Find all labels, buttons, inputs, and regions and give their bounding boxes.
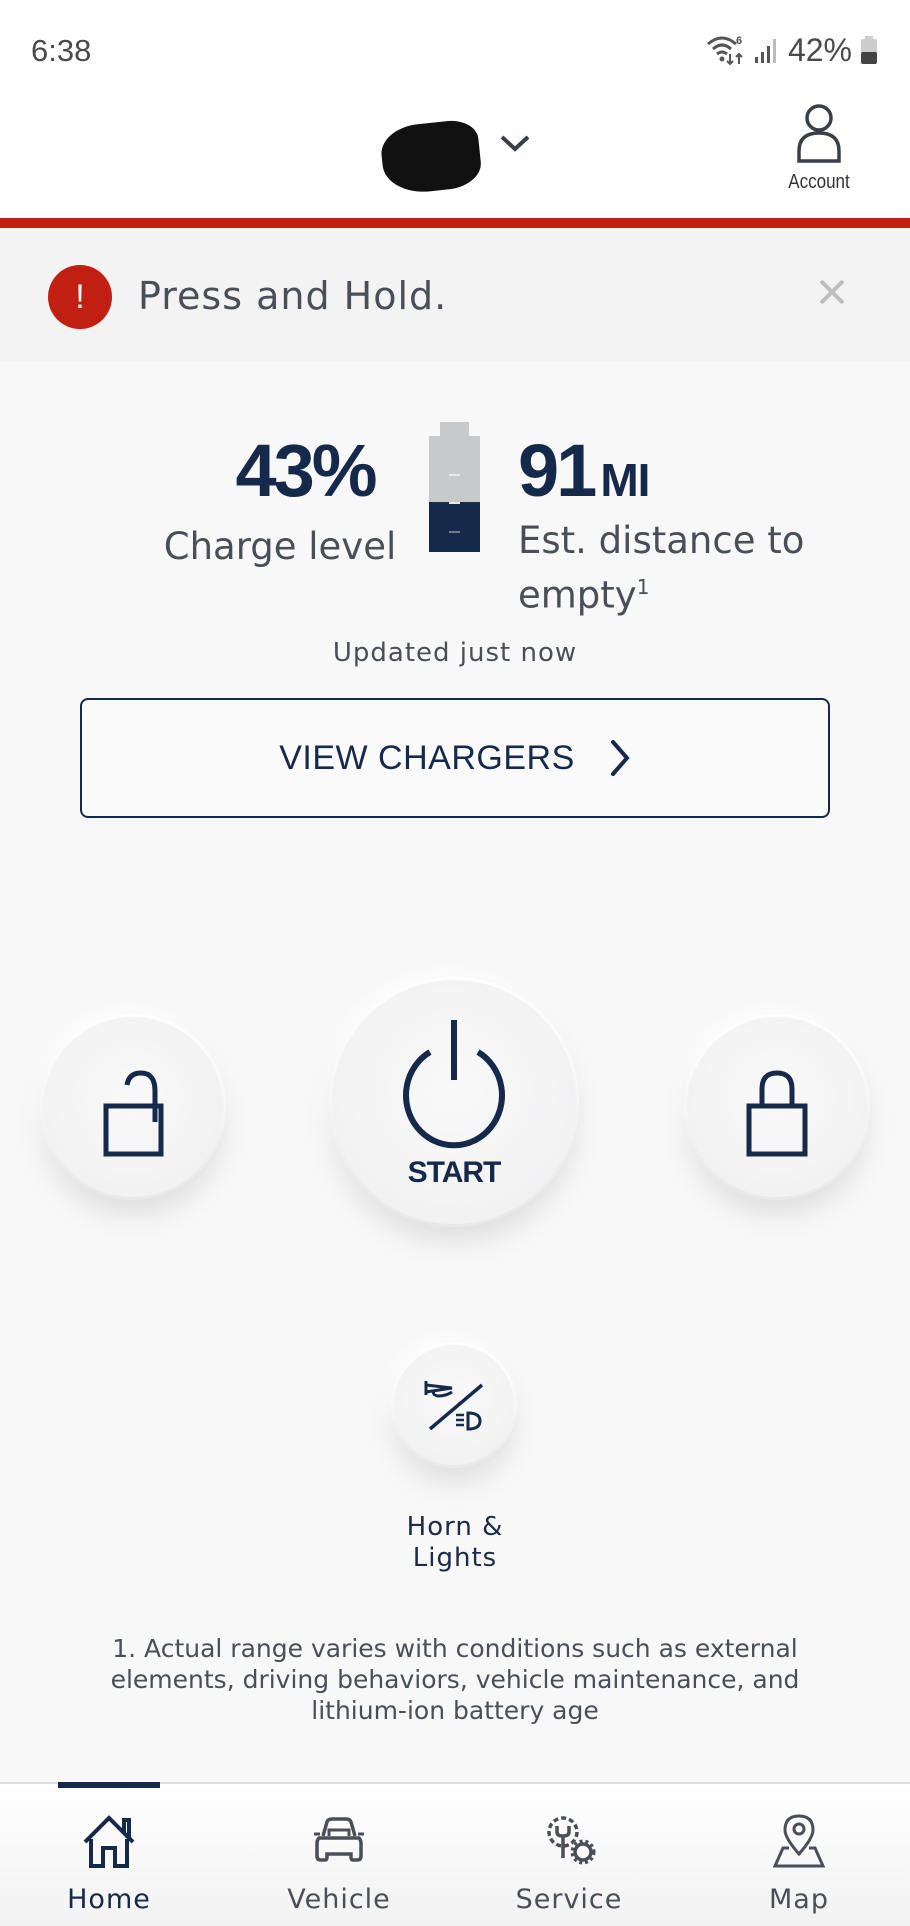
active-tab-indicator [58, 1782, 160, 1788]
alert-message: Press and Hold. [138, 274, 448, 318]
chevron-down-icon[interactable] [498, 131, 532, 155]
unlock-button[interactable] [43, 1017, 223, 1197]
bottom-nav: Home Vehicle Service Map [0, 1782, 910, 1926]
vehicle-selector[interactable] [378, 118, 484, 196]
battery-gauge [429, 422, 480, 552]
horn-lights-button[interactable] [394, 1345, 514, 1465]
nav-item-vehicle[interactable]: Vehicle [249, 1794, 429, 1924]
lock-button[interactable] [687, 1017, 867, 1197]
chevron-right-icon [610, 740, 630, 776]
updated-timestamp: Updated just now [332, 638, 578, 668]
wifi-6-icon: 6 [706, 35, 743, 66]
car-icon [314, 1817, 364, 1862]
account-button[interactable]: Account [776, 103, 862, 198]
exclamation-icon: ! [48, 265, 112, 329]
service-gears-icon [547, 1816, 596, 1865]
battery-tick [449, 474, 460, 476]
home-icon [83, 1815, 135, 1868]
nav-label: Service [515, 1884, 623, 1915]
charge-percent: 43% [235, 429, 377, 512]
range-unit: MI [600, 454, 650, 506]
nav-label: Map [769, 1884, 829, 1915]
nav-item-home[interactable]: Home [19, 1794, 199, 1924]
battery-icon [861, 36, 877, 64]
battery-fill [429, 502, 480, 552]
range-label-text: Est. distance to empty [518, 519, 805, 617]
brand-divider [0, 218, 910, 228]
status-icons: 6 42% [706, 32, 878, 68]
close-icon[interactable] [810, 270, 854, 314]
account-icon [797, 104, 841, 163]
nav-item-service[interactable]: Service [479, 1794, 659, 1924]
range-label: Est. distance to empty1 [518, 518, 898, 618]
battery-tick [449, 531, 460, 533]
start-label: START [407, 1156, 502, 1189]
battery-body [429, 436, 480, 552]
range-footnote: 1. Actual range varies with conditions s… [110, 1634, 800, 1725]
horn-lights-label: Horn & Lights [355, 1512, 555, 1574]
battery-cap [440, 422, 469, 436]
nav-label: Vehicle [287, 1884, 391, 1915]
status-bar: 6:38 6 42% [0, 0, 910, 95]
account-label: Account [788, 171, 850, 193]
range-value: 91 MI [518, 428, 650, 513]
svg-text:6: 6 [736, 35, 742, 47]
footnote-marker: 1 [636, 575, 650, 599]
alert-banner: ! Press and Hold. [0, 228, 910, 362]
app-header: Account [0, 95, 910, 218]
view-chargers-label: VIEW CHARGERS [279, 738, 575, 777]
horn-lights-icon [424, 1381, 484, 1431]
signal-icon [754, 39, 776, 63]
status-battery-percent: 42% [787, 31, 852, 68]
lock-icon [746, 1070, 808, 1157]
map-pin-icon [772, 1814, 826, 1868]
status-time: 6:38 [31, 33, 92, 68]
battery-tick [449, 502, 460, 504]
view-chargers-button[interactable]: VIEW CHARGERS [80, 698, 830, 818]
horn-lights-label-line1: Horn & [406, 1512, 504, 1542]
unlock-icon [103, 1070, 164, 1157]
start-button[interactable]: START [332, 980, 576, 1224]
charge-label: Charge level [163, 525, 397, 568]
range-number: 91 [518, 429, 597, 512]
nav-label: Home [67, 1884, 151, 1915]
nav-item-map[interactable]: Map [709, 1794, 889, 1924]
horn-lights-label-line2: Lights [412, 1543, 498, 1573]
